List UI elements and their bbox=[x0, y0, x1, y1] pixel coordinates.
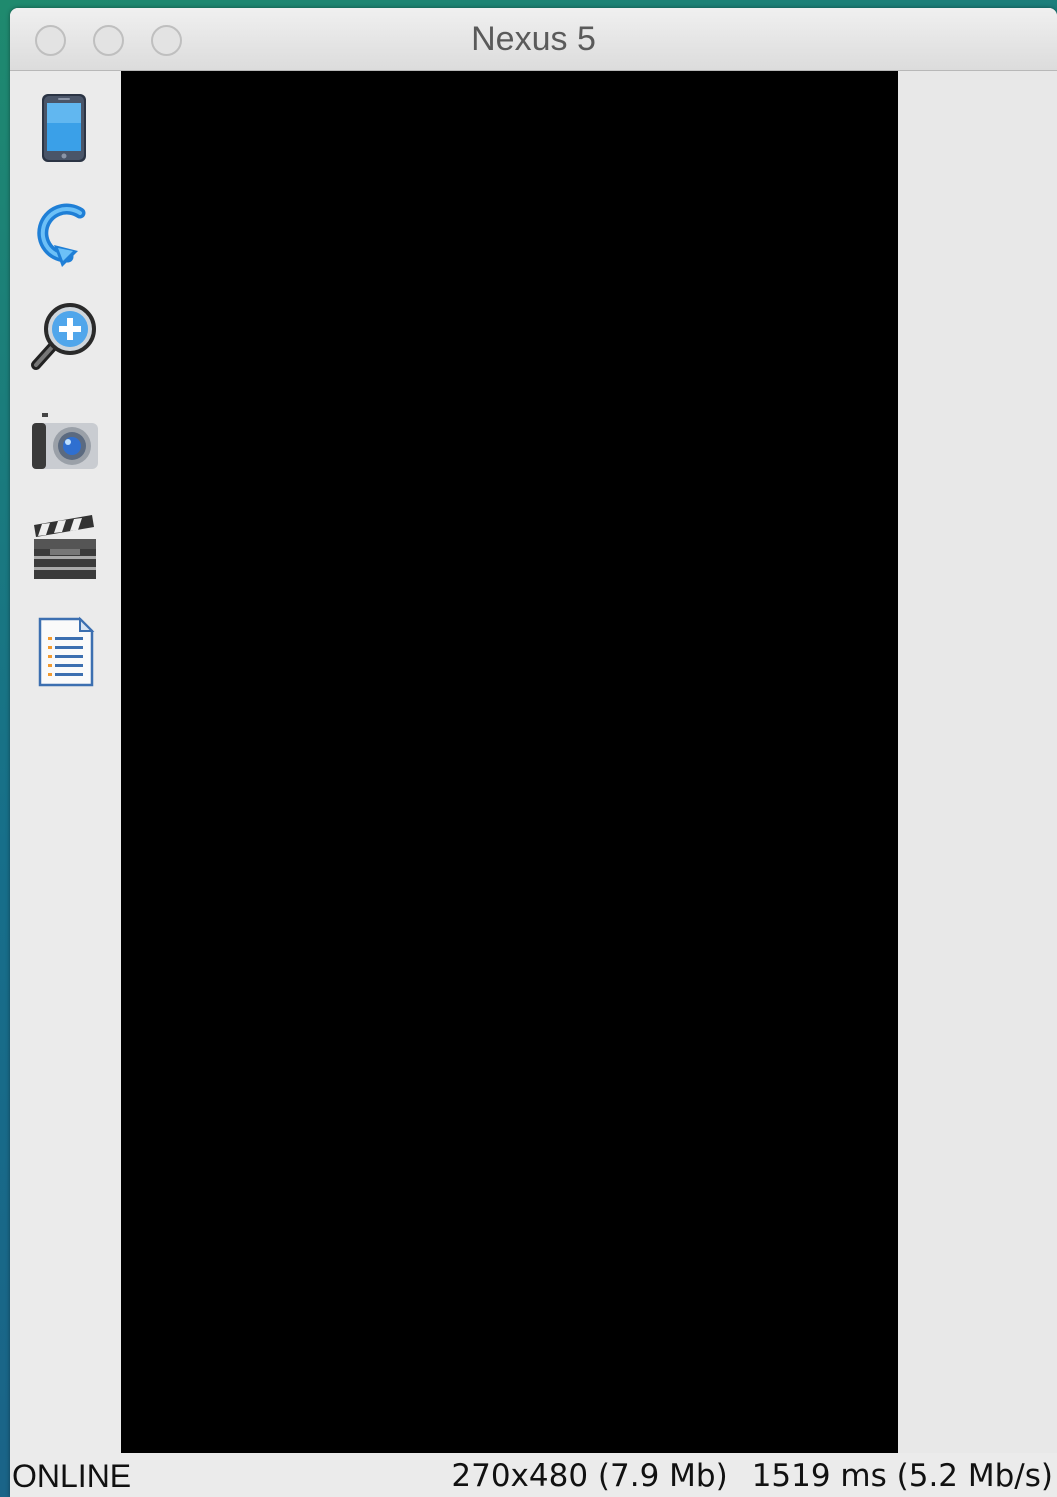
zoom-in-icon bbox=[31, 303, 96, 370]
timing-info: 1519 ms (5.2 Mb/s) bbox=[751, 1458, 1053, 1494]
camera-icon bbox=[32, 413, 98, 469]
device-button[interactable] bbox=[28, 91, 102, 165]
screenshot-button[interactable] bbox=[28, 407, 102, 481]
title-bar[interactable]: Nexus 5 bbox=[10, 8, 1057, 71]
clapperboard-icon bbox=[34, 515, 96, 579]
phone-icon bbox=[42, 94, 86, 162]
right-pane bbox=[898, 71, 1057, 1453]
rotate-button[interactable] bbox=[28, 195, 102, 269]
rotate-icon bbox=[37, 203, 86, 267]
stream-info: 270x480 (7.9 Mb) 1519 ms (5.2 Mb/s) bbox=[451, 1458, 1053, 1494]
zoom-button[interactable] bbox=[28, 299, 102, 373]
document-icon bbox=[38, 616, 95, 687]
emulator-window: Nexus 5 ONLINE 270x480 (7.9 Mb) 1519 ms … bbox=[10, 8, 1057, 1497]
record-video-button[interactable] bbox=[28, 511, 102, 585]
tool-sidebar bbox=[10, 71, 121, 1453]
log-button[interactable] bbox=[28, 615, 102, 689]
status-bar: ONLINE 270x480 (7.9 Mb) 1519 ms (5.2 Mb/s… bbox=[10, 1453, 1057, 1497]
device-screen[interactable] bbox=[121, 71, 898, 1453]
connection-status: ONLINE bbox=[12, 1458, 132, 1494]
resolution-info: 270x480 (7.9 Mb) bbox=[451, 1458, 728, 1494]
window-title: Nexus 5 bbox=[471, 20, 596, 58]
